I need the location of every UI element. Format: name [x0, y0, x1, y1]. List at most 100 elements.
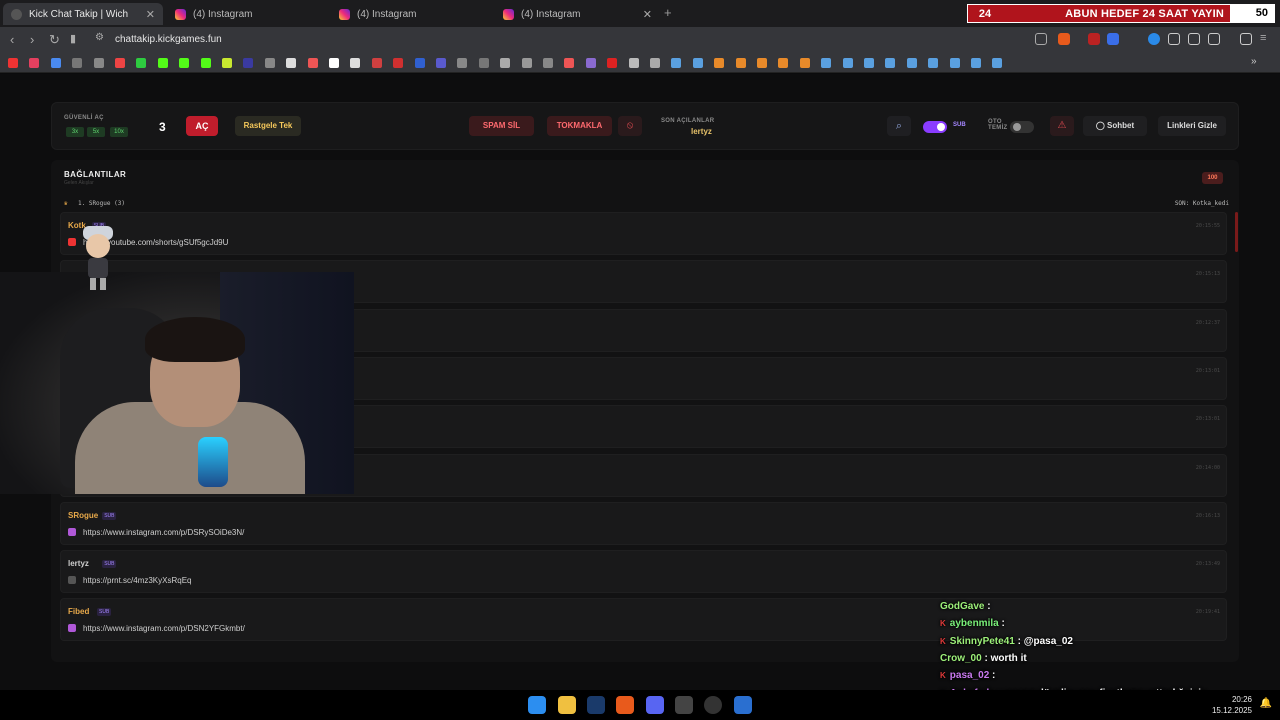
bookmark-icon[interactable]	[264, 58, 275, 68]
bookmark-icon[interactable]	[949, 58, 960, 68]
sub-toggle[interactable]	[923, 121, 947, 133]
bookmark-icon[interactable]	[115, 58, 125, 68]
extension-icon[interactable]	[1107, 33, 1119, 45]
media-icon[interactable]	[1240, 33, 1252, 45]
bookmark-icon[interactable]	[243, 58, 254, 68]
bookmark-icon[interactable]	[928, 58, 939, 68]
back-icon[interactable]: ‹	[10, 32, 14, 47]
speed-10x-button[interactable]: 10x	[110, 127, 128, 137]
bookmark-icon[interactable]	[200, 58, 211, 68]
bookmark-icon[interactable]	[93, 58, 104, 68]
bookmark-icon[interactable]: ▮	[70, 32, 76, 45]
bookmark-icon[interactable]	[500, 58, 511, 68]
bookmark-icon[interactable]	[607, 58, 618, 68]
puzzle-icon[interactable]	[1188, 33, 1200, 45]
tab-instagram-1[interactable]: (4) Instagram	[167, 3, 327, 25]
tab-instagram-3[interactable]: (4) Instagram ✕	[495, 3, 660, 25]
bookmark-icon[interactable]	[414, 58, 425, 68]
bookmark-icon[interactable]	[585, 58, 596, 68]
bookmark-icon[interactable]	[671, 58, 682, 68]
close-tab-icon[interactable]: ✕	[146, 8, 155, 21]
bookmark-icon[interactable]	[628, 58, 639, 68]
bookmark-icon[interactable]	[222, 58, 232, 68]
link-row[interactable]: KotkSUBhttps://youtube.com/shorts/gSUf5g…	[60, 212, 1227, 255]
tab-instagram-2[interactable]: (4) Instagram	[331, 3, 491, 25]
link-row[interactable]: lertyz SUB https://prnt.sc/4mz3KyXsRqEq 20:…	[60, 550, 1227, 594]
block-icon[interactable]: ⦸	[618, 116, 642, 136]
bookmark-icon[interactable]	[971, 58, 981, 68]
tokmakla-button[interactable]: TOKMAKLA	[547, 116, 612, 136]
address-bar[interactable]: chattakip.kickgames.fun	[115, 34, 222, 45]
bookmark-icon[interactable]	[50, 58, 61, 68]
bookmark-icon[interactable]	[692, 58, 703, 68]
open-count[interactable]: 3	[159, 120, 166, 134]
file-explorer-icon[interactable]	[558, 696, 576, 714]
bookmark-icon[interactable]	[543, 58, 553, 68]
ublock-icon[interactable]	[1088, 33, 1100, 45]
bookmark-icon[interactable]	[393, 58, 404, 68]
reload-icon[interactable]: ↻	[49, 32, 60, 48]
app-icon[interactable]	[675, 696, 693, 714]
bookmark-icon[interactable]	[714, 58, 725, 68]
bookmark-icon[interactable]	[799, 58, 810, 68]
link-user[interactable]: lertyz	[68, 559, 89, 568]
chat-button[interactable]: ◯ Sohbet	[1083, 116, 1147, 136]
site-info-icon[interactable]: ⚙	[95, 32, 104, 43]
more-bookmarks-icon[interactable]: »	[1251, 56, 1261, 67]
start-icon[interactable]	[528, 696, 546, 714]
extensions-icon[interactable]	[1168, 33, 1180, 45]
bookmark-icon[interactable]	[136, 58, 147, 68]
forward-icon[interactable]: ›	[30, 32, 34, 47]
system-clock[interactable]: 20:26 15.12.2025	[1212, 694, 1252, 716]
link-user[interactable]: Fibed	[68, 607, 89, 616]
sidebar-icon[interactable]	[1208, 33, 1220, 45]
delete-spam-button[interactable]: SPAM SİL	[469, 116, 534, 136]
search-icon[interactable]: ⌕	[887, 116, 911, 136]
discord-icon[interactable]	[646, 696, 664, 714]
extension-icon[interactable]	[1148, 33, 1160, 45]
bookmark-icon[interactable]	[179, 58, 190, 68]
hide-links-button[interactable]: Linkleri Gizle	[1158, 116, 1226, 136]
bookmark-icon[interactable]	[906, 58, 917, 68]
bookmark-icon[interactable]	[864, 58, 874, 68]
bookmark-icon[interactable]	[564, 58, 575, 68]
bookmark-icon[interactable]	[521, 58, 532, 68]
bookmark-icon[interactable]	[842, 58, 853, 68]
bookmark-icon[interactable]	[757, 58, 767, 68]
close-tab-icon[interactable]: ✕	[643, 8, 652, 21]
bookmark-icon[interactable]	[371, 58, 382, 68]
notification-icon[interactable]: 🔔	[1260, 698, 1272, 709]
speed-3x-button[interactable]: 3x	[66, 127, 84, 137]
open-button[interactable]: AÇ	[186, 116, 218, 136]
auto-clean-toggle[interactable]	[1010, 121, 1034, 133]
obs-icon[interactable]	[704, 696, 722, 714]
bookmark-icon[interactable]	[350, 58, 361, 68]
bookmark-icon[interactable]	[778, 58, 789, 68]
link-url[interactable]: https://www.instagram.com/p/DSN2YFGkmbt/	[83, 624, 245, 633]
bookmark-icon[interactable]	[72, 58, 83, 68]
app-icon[interactable]	[734, 696, 752, 714]
brave-browser-icon[interactable]	[616, 696, 634, 714]
bookmark-icon[interactable]	[329, 58, 339, 68]
bookmark-icon[interactable]	[436, 58, 446, 68]
random-one-button[interactable]: Rastgele Tek	[235, 116, 301, 136]
share-icon[interactable]	[1035, 33, 1047, 45]
bookmark-icon[interactable]	[286, 58, 297, 68]
menu-icon[interactable]: ≡	[1260, 32, 1266, 44]
bookmark-icon[interactable]	[8, 58, 18, 68]
link-url[interactable]: https://www.instagram.com/p/DSRySOiDe3N/	[83, 528, 244, 537]
alert-icon[interactable]: ⚠	[1050, 116, 1074, 136]
link-user[interactable]: SRogue	[68, 511, 98, 520]
bookmark-icon[interactable]	[29, 58, 40, 68]
bookmark-icon[interactable]	[457, 58, 468, 68]
new-tab-icon[interactable]: +	[664, 5, 672, 20]
tab-kick-chat-takip[interactable]: Kick Chat Takip | Wich ✕	[3, 3, 163, 25]
bookmark-icon[interactable]	[821, 58, 832, 68]
link-row[interactable]: SRogue SUB https://www.instagram.com/p/DSR…	[60, 501, 1227, 545]
bookmark-icon[interactable]	[735, 58, 746, 68]
bookmark-icon[interactable]	[992, 58, 1003, 68]
steam-icon[interactable]	[587, 696, 605, 714]
brave-shields-icon[interactable]	[1058, 33, 1070, 45]
bookmark-icon[interactable]	[307, 58, 318, 68]
bookmark-icon[interactable]	[157, 58, 168, 68]
